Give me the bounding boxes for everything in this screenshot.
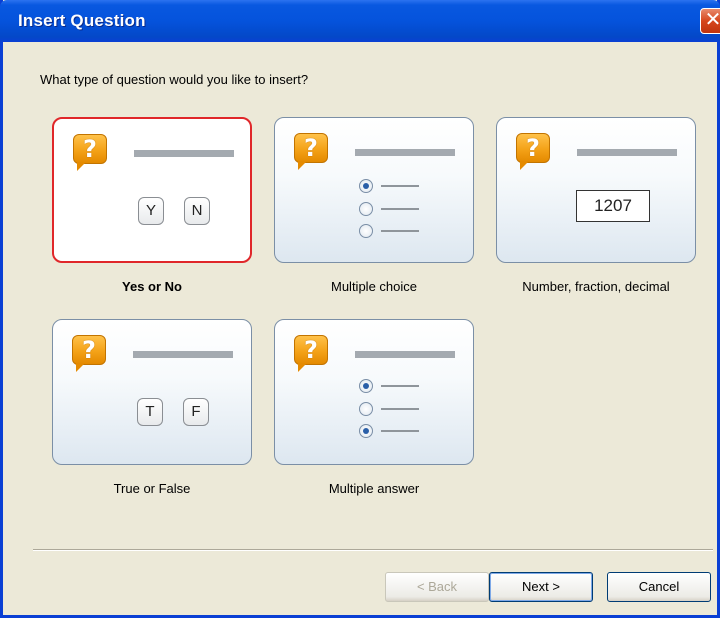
- option-line: [381, 185, 419, 187]
- question-mark-icon: ?: [516, 133, 550, 170]
- card-label-number: Number, fraction, decimal: [522, 279, 670, 294]
- option-line: [381, 230, 419, 232]
- true-button-preview: T: [137, 398, 163, 426]
- radio-empty-icon: [359, 402, 373, 416]
- radio-option: [359, 179, 429, 193]
- prompt-text: What type of question would you like to …: [40, 72, 309, 87]
- option-line: [381, 208, 419, 210]
- radio-option: [359, 402, 429, 416]
- no-button-preview: N: [184, 197, 210, 225]
- footer-separator: [33, 549, 713, 551]
- close-button[interactable]: ✕: [700, 8, 720, 34]
- close-icon: ✕: [704, 9, 720, 31]
- false-button-preview: F: [183, 398, 209, 426]
- question-mark-icon: ?: [73, 134, 107, 171]
- insert-question-dialog: Insert Question ✕ What type of question …: [0, 0, 720, 618]
- question-bar: [355, 351, 455, 358]
- window-title: Insert Question: [18, 11, 146, 30]
- back-button[interactable]: < Back: [385, 572, 489, 602]
- next-button[interactable]: Next >: [489, 572, 593, 602]
- radio-empty-icon: [359, 202, 373, 216]
- radio-option: [359, 224, 429, 238]
- radio-empty-icon: [359, 224, 373, 238]
- radio-option: [359, 379, 429, 393]
- card-label-multiple-answer: Multiple answer: [328, 481, 420, 496]
- question-mark-icon: ?: [294, 133, 328, 170]
- question-mark-icon: ?: [294, 335, 328, 372]
- radio-option: [359, 424, 429, 438]
- card-multiple-answer[interactable]: ?: [274, 319, 474, 465]
- card-label-yes-or-no: Yes or No: [122, 279, 182, 294]
- question-bar: [134, 150, 234, 157]
- question-bar: [133, 351, 233, 358]
- yes-button-preview: Y: [138, 197, 164, 225]
- card-true-or-false[interactable]: ? T F: [52, 319, 252, 465]
- card-label-true-or-false: True or False: [113, 481, 191, 496]
- radio-selected-icon: [359, 179, 373, 193]
- question-bar: [577, 149, 677, 156]
- radio-selected-icon: [359, 379, 373, 393]
- radio-option: [359, 202, 429, 216]
- option-line: [381, 385, 419, 387]
- question-mark-icon: ?: [72, 335, 106, 372]
- card-yes-or-no[interactable]: ? Y N: [52, 117, 252, 263]
- card-label-multiple-choice: Multiple choice: [331, 279, 417, 294]
- title-bar: Insert Question ✕: [0, 0, 720, 42]
- question-bar: [355, 149, 455, 156]
- cancel-button[interactable]: Cancel: [607, 572, 711, 602]
- option-line: [381, 408, 419, 410]
- option-line: [381, 430, 419, 432]
- number-box-preview: 1207: [576, 190, 650, 222]
- card-multiple-choice[interactable]: ?: [274, 117, 474, 263]
- radio-selected-icon: [359, 424, 373, 438]
- card-number-fraction-decimal[interactable]: ? 1207: [496, 117, 696, 263]
